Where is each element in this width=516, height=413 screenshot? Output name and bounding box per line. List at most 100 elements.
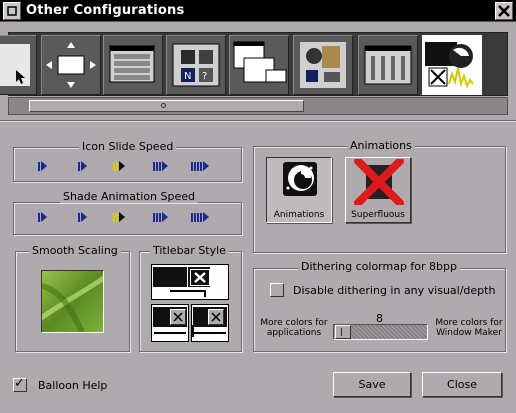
speed-arrow-icon (119, 161, 125, 171)
more-colors-apps-line2: applications (266, 328, 322, 338)
superfluous-button-label: Superfluous (351, 210, 405, 220)
speed-arrow-icon (41, 212, 47, 222)
speed-bar-icon (156, 212, 158, 222)
panel-other-configurations[interactable] (422, 35, 482, 95)
superfluous-toggle-button[interactable]: Superfluous (345, 157, 411, 223)
speed-bar-icon (156, 161, 158, 171)
titlebar-style-new-option[interactable] (151, 264, 229, 300)
thumb-grip-icon (161, 103, 166, 108)
applications-panel-icon (300, 42, 346, 88)
titlebar-style-old-option[interactable] (151, 304, 189, 342)
thumb-grip-icon (341, 328, 342, 336)
icon-slide-speed-option-4[interactable] (153, 161, 168, 171)
superfluous-disabled-icon (354, 159, 404, 205)
speed-arrow-icon (203, 212, 209, 222)
titlebar-preview (170, 290, 206, 297)
titlebar-preview (153, 267, 187, 287)
speed-bar-icon (194, 161, 196, 171)
panel-window-move[interactable] (41, 35, 101, 95)
settings-panel-icon (364, 45, 412, 85)
separator (0, 120, 516, 122)
speed-bar-icon (159, 212, 161, 222)
shade-animation-speed-option-1[interactable] (38, 212, 47, 222)
speed-bar-icon (191, 212, 193, 222)
panel-applications[interactable] (293, 35, 353, 95)
smooth-scaling-toggle[interactable] (35, 270, 109, 334)
speed-bar-icon (197, 161, 199, 171)
title-bar[interactable]: Other Configurations (0, 0, 516, 22)
animations-label: Animations (347, 139, 415, 152)
close-icon (190, 269, 210, 286)
menu-panel-icon (109, 45, 155, 83)
scrollbar-thumb[interactable] (29, 100, 304, 112)
speed-bar-icon (113, 161, 115, 171)
smooth-scaling-label: Smooth Scaling (29, 244, 121, 257)
checkmark-icon: ✓ (14, 376, 25, 391)
speed-bar-icon (38, 212, 40, 222)
panel-workspace[interactable] (229, 35, 289, 95)
icon-slide-speed-option-5[interactable] (191, 161, 209, 171)
titlebar-preview (154, 332, 186, 334)
icon-slide-speed-selector (14, 159, 242, 173)
panel-appearance[interactable]: N ? (166, 35, 226, 95)
speed-bar-icon (38, 161, 40, 171)
panel-cursor[interactable] (0, 35, 37, 95)
speed-bar-icon (200, 161, 202, 171)
speed-bar-icon (194, 212, 196, 222)
speed-bar-icon (116, 212, 118, 222)
speed-bar-icon (116, 161, 118, 171)
icon-slide-speed-label: Icon Slide Speed (79, 140, 177, 153)
panel-settings[interactable] (358, 35, 418, 95)
close-button[interactable]: Close (422, 372, 502, 397)
more-colors-apps-label: More colors for applications (256, 318, 332, 338)
icon-slide-speed-option-2[interactable] (78, 161, 87, 171)
more-colors-apps-line1: More colors for (260, 318, 328, 328)
close-window-button[interactable] (495, 2, 513, 20)
appearance-panel-icon: N ? (172, 43, 220, 87)
window-title: Other Configurations (26, 3, 185, 18)
titlebar-preview (192, 332, 226, 334)
speed-arrow-icon (162, 161, 168, 171)
other-configurations-panel-icon (425, 42, 474, 89)
icon-slide-speed-option-3[interactable] (113, 161, 125, 171)
animations-toggle-button[interactable]: Animations (266, 157, 332, 223)
speed-bar-icon (153, 212, 155, 222)
shade-animation-speed-option-3[interactable] (113, 212, 125, 222)
titlebar-preview (192, 325, 194, 337)
shade-animation-speed-option-5[interactable] (191, 212, 209, 222)
leaf-image-icon (35, 271, 109, 334)
more-colors-wm-label: More colors for Window Maker (430, 318, 508, 338)
window-move-panel-icon (46, 42, 96, 88)
speed-bar-icon (197, 212, 199, 222)
minimize-button[interactable] (3, 2, 21, 20)
panel-menu[interactable] (103, 35, 163, 95)
dithering-slider-thumb[interactable] (335, 325, 351, 339)
disable-dithering-label: Disable dithering in any visual/depth (293, 284, 496, 297)
speed-arrow-icon (81, 161, 87, 171)
shade-animation-speed-option-2[interactable] (78, 212, 87, 222)
disable-dithering-checkbox[interactable] (270, 283, 284, 297)
icon-strip-scrollbar[interactable] (8, 97, 508, 115)
titlebar-style-next-option[interactable] (191, 304, 229, 342)
speed-bar-icon (159, 161, 161, 171)
speed-arrow-icon (162, 212, 168, 222)
cursor-panel-icon (0, 44, 30, 86)
close-icon (498, 5, 510, 17)
save-button[interactable]: Save (333, 372, 411, 397)
balloon-help-checkbox[interactable]: ✓ (13, 376, 27, 392)
svg-text:?: ? (202, 71, 207, 82)
icon-slide-speed-option-1[interactable] (38, 161, 47, 171)
speed-arrow-icon (119, 212, 125, 222)
panel-icon-strip: N ? (0, 32, 508, 96)
close-icon (208, 309, 224, 325)
dithering-label: Dithering colormap for 8bpp (298, 260, 461, 273)
more-colors-wm-line1: More colors for (435, 318, 503, 328)
speed-arrow-icon (81, 212, 87, 222)
speed-arrow-icon (203, 161, 209, 171)
minimize-icon (7, 6, 17, 16)
svg-text:N: N (184, 71, 191, 82)
close-icon (170, 309, 186, 325)
speed-bar-icon (78, 161, 80, 171)
balloon-help-label: Balloon Help (38, 379, 108, 392)
shade-animation-speed-option-4[interactable] (153, 212, 168, 222)
